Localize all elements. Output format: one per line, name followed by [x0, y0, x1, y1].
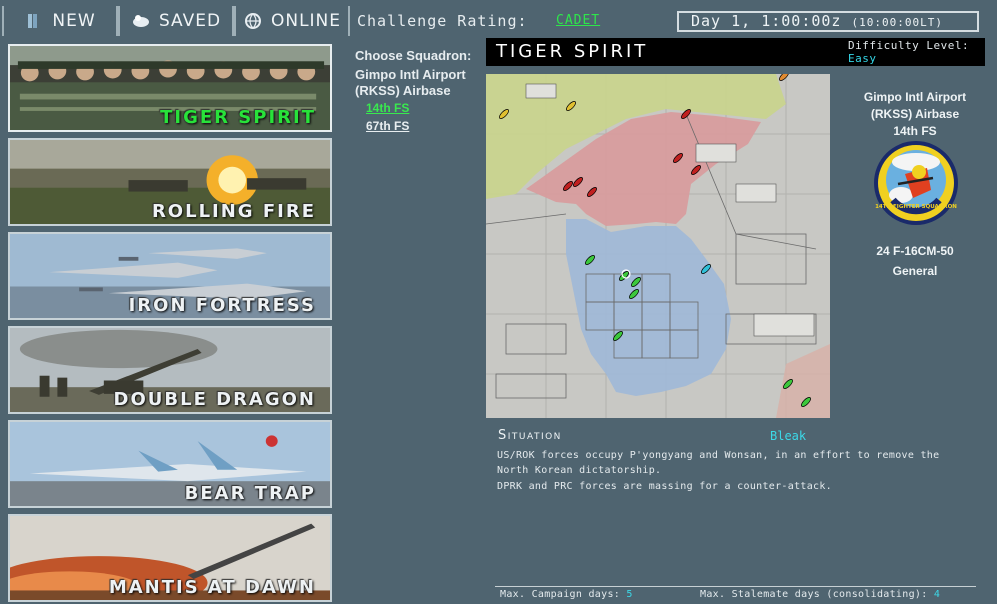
tab-saved[interactable]: SAVED — [118, 6, 234, 36]
squadron-base: Gimpo Intl Airport (RKSS) Airbase — [355, 67, 466, 99]
theater-map[interactable] — [486, 74, 830, 418]
max-campaign-days-value: 5 — [626, 589, 633, 600]
challenge-rating-value[interactable]: CADET — [556, 13, 600, 28]
situation-value: Bleak — [770, 429, 807, 443]
base-info-line1: Gimpo Intl Airport — [863, 90, 967, 104]
campaign-title-bar: TIGER SPIRIT Difficulty Level: Easy — [486, 38, 985, 66]
globe-icon — [243, 12, 263, 30]
campaign-mantis-at-dawn[interactable]: MANTIS AT DAWN — [8, 514, 332, 602]
saved-icon — [131, 12, 151, 30]
max-stalemate-days-label: Max. Stalemate days (consolidating): — [700, 589, 928, 600]
tab-new-label: NEW — [52, 11, 96, 31]
tab-saved-label: SAVED — [158, 11, 222, 31]
max-campaign-days: Max. Campaign days: 5 — [500, 589, 633, 600]
difficulty-label: Difficulty Level: — [848, 39, 970, 52]
tab-new[interactable]: NEW — [2, 6, 118, 36]
footer-divider — [495, 586, 976, 587]
tab-online[interactable]: ONLINE — [234, 6, 350, 36]
campaign-label: DOUBLE DRAGON — [113, 389, 316, 410]
clock-local: (10:00:00LT) — [851, 16, 943, 29]
squadron-name: 14th FS — [893, 124, 937, 138]
squadron-option-14th-fs[interactable]: 14th FS — [366, 101, 409, 115]
max-stalemate-days-value: 4 — [933, 589, 941, 600]
campaign-iron-fortress[interactable]: IRON FORTRESS — [8, 232, 332, 320]
campaign-title: TIGER SPIRIT — [496, 41, 649, 62]
korea-map-graphic — [486, 74, 830, 418]
choose-squadron-label: Choose Squadron: — [355, 48, 472, 63]
difficulty-value: Easy — [848, 52, 877, 65]
campaign-label: BEAR TRAP — [184, 483, 316, 504]
campaign-label: MANTIS AT DAWN — [108, 577, 316, 598]
squadron-option-67th-fs[interactable]: 67th FS — [366, 119, 409, 133]
base-info: Gimpo Intl Airport (RKSS) Airbase — [850, 89, 980, 123]
situation-paragraph: DPRK and PRC forces are massing for a co… — [497, 481, 832, 492]
aircraft-count: 24 F-16CM-50 — [876, 244, 954, 258]
max-stalemate-days: Max. Stalemate days (consolidating): 4 — [700, 589, 940, 600]
situation-text: US/ROK forces occupy P'yongyang and Wons… — [497, 448, 977, 495]
patch-text: 14TH FIGHTER SQUADRON — [875, 204, 957, 210]
campaign-tiger-spirit[interactable]: TIGER SPIRIT — [8, 44, 332, 132]
document-icon — [24, 12, 44, 30]
mode-tabbar: NEW SAVED ONLINE — [0, 0, 350, 44]
tab-online-label: ONLINE — [270, 11, 342, 31]
squadron-base-line1: Gimpo Intl Airport — [355, 67, 466, 82]
max-campaign-days-label: Max. Campaign days: — [500, 589, 621, 600]
situation-paragraph: US/ROK forces occupy P'yongyang and Wons… — [497, 450, 940, 476]
pilot-rank: General — [892, 264, 938, 278]
challenge-rating-label: Challenge Rating: — [357, 12, 528, 30]
base-info-line2: (RKSS) Airbase — [870, 107, 960, 121]
squadron-patch: 14TH FIGHTER SQUADRON — [873, 140, 959, 226]
campaign-label: IRON FORTRESS — [128, 295, 316, 316]
campaign-rolling-fire[interactable]: ROLLING FIRE — [8, 138, 332, 226]
campaign-label: ROLLING FIRE — [151, 201, 316, 222]
campaign-bear-trap[interactable]: BEAR TRAP — [8, 420, 332, 508]
campaign-clock: Day 1, 1:00:00z (10:00:00LT) — [677, 11, 979, 32]
situation-label: Situation — [498, 428, 562, 443]
campaign-double-dragon[interactable]: DOUBLE DRAGON — [8, 326, 332, 414]
campaign-label: TIGER SPIRIT — [160, 107, 316, 128]
squadron-base-line2: (RKSS) Airbase — [355, 83, 451, 98]
clock-main: Day 1, 1:00:00z — [691, 12, 842, 30]
